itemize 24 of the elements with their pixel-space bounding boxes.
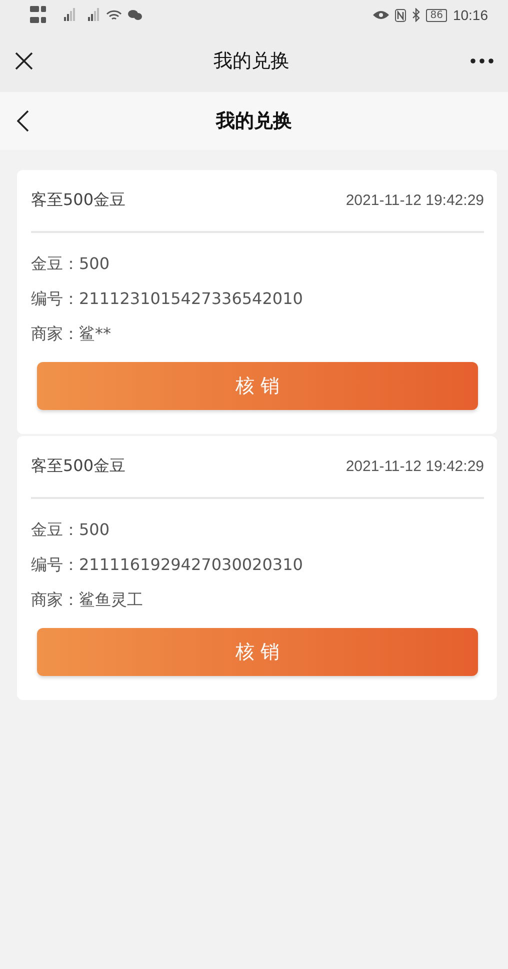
close-icon[interactable] bbox=[15, 52, 33, 70]
record-field: 商家：鲨** bbox=[31, 323, 484, 345]
clock: 10:16 bbox=[452, 7, 488, 23]
record-time: 2021-11-12 19:42:29 bbox=[346, 192, 484, 209]
record-title: 客至500金豆 bbox=[31, 456, 126, 477]
record-time: 2021-11-12 19:42:29 bbox=[346, 458, 484, 475]
redeem-button[interactable]: 核 销 bbox=[37, 628, 478, 676]
chat-icon bbox=[128, 9, 142, 21]
record-field: 编号：2111231015427336542010 bbox=[31, 288, 484, 310]
more-icon[interactable] bbox=[470, 58, 494, 64]
battery-indicator: 86 bbox=[426, 8, 447, 22]
record-field: 商家：鲨鱼灵工 bbox=[31, 589, 484, 611]
redeem-button[interactable]: 核 销 bbox=[37, 362, 478, 410]
record-field: 编号：2111161929427030020310 bbox=[31, 554, 484, 576]
bluetooth-icon bbox=[412, 8, 420, 22]
wifi-icon bbox=[106, 8, 122, 22]
back-icon[interactable] bbox=[17, 110, 29, 132]
eye-icon bbox=[373, 10, 390, 20]
window-title: 我的兑换 bbox=[214, 49, 290, 74]
nfc-icon bbox=[395, 8, 406, 22]
record-field: 金豆：500 bbox=[31, 253, 484, 275]
record-field: 金豆：500 bbox=[31, 519, 484, 541]
record-title: 客至500金豆 bbox=[31, 190, 126, 211]
page-title: 我的兑换 bbox=[216, 109, 292, 134]
